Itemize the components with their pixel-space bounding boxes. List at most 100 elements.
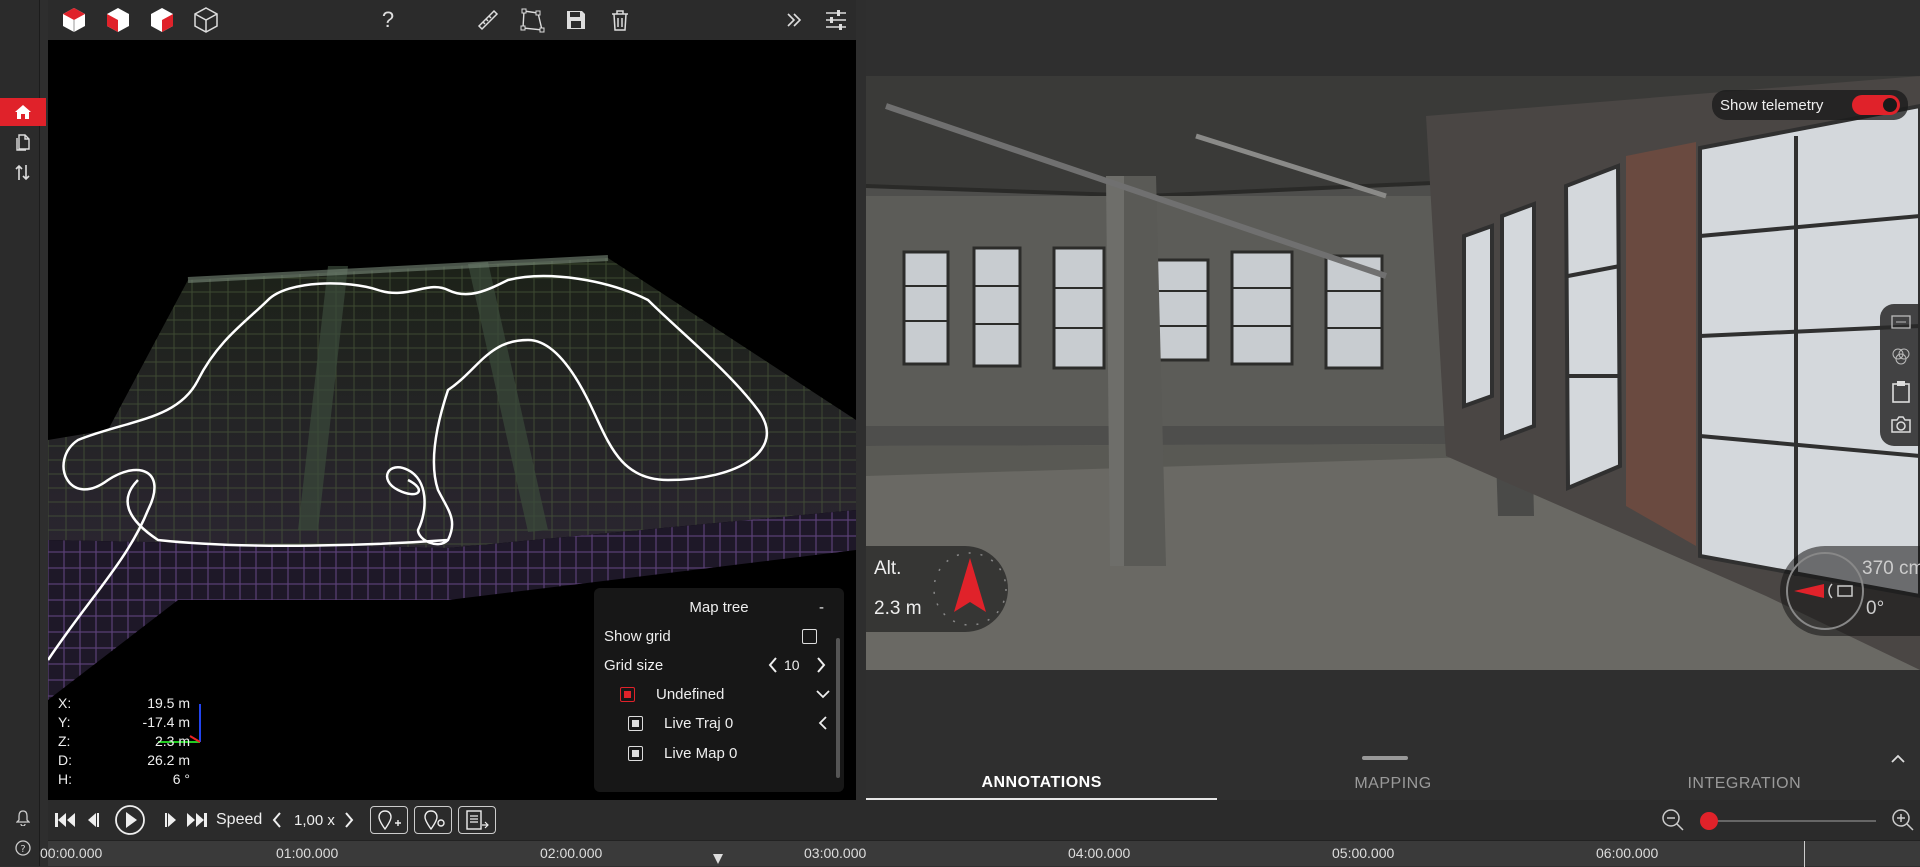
tree-item-live-traj[interactable]: Live Traj 0 (594, 710, 844, 736)
camera-switch-icon[interactable] (1890, 312, 1912, 332)
chevron-left-icon (272, 812, 281, 828)
skip-start-icon (55, 813, 75, 827)
camera-snapshot-icon[interactable] (1890, 414, 1912, 434)
timeline-label: 01:00.000 (276, 845, 339, 861)
marker-list-button[interactable] (414, 806, 452, 834)
delete-button[interactable] (604, 4, 636, 36)
speed-label: Speed (216, 811, 263, 828)
tab-annotations[interactable]: ANNOTATIONS (866, 768, 1218, 800)
tree-group-undefined[interactable]: Undefined (594, 681, 844, 707)
play-icon (115, 805, 145, 835)
zoom-in-icon (1892, 809, 1914, 831)
point-cloud-viewer[interactable]: X: 19.5 m Y: -17.4 m Z: 2.3 m D: 26.2 m H: 6 … (48, 40, 856, 800)
double-chevron-right-icon (787, 13, 802, 27)
export-report-button[interactable] (458, 806, 496, 834)
polygon-button[interactable] (516, 4, 548, 36)
svg-text:?: ? (20, 844, 25, 855)
angle-value: 0° (1866, 598, 1885, 619)
ruler-icon (477, 9, 499, 31)
grid-size-increase-icon[interactable] (816, 657, 826, 673)
left-sidebar: ? (0, 0, 46, 866)
panel-resize-strip[interactable] (866, 748, 1920, 768)
zoom-slider-track[interactable] (1702, 820, 1876, 822)
view-iso-button[interactable] (190, 4, 222, 36)
coord-value: 2.3 m (154, 733, 190, 749)
measure-button[interactable] (472, 4, 504, 36)
sliders-icon (826, 10, 846, 30)
speed-increase-button[interactable] (342, 806, 356, 834)
view-side-button[interactable] (102, 4, 134, 36)
timeline-label: 04:00.000 (1068, 845, 1131, 861)
settings-button[interactable] (820, 4, 852, 36)
notifications-button[interactable] (0, 804, 46, 832)
tree-item-live-map[interactable]: Live Map 0 (594, 740, 844, 766)
map-tree-collapse-button[interactable]: - (819, 599, 824, 616)
step-back-button[interactable] (82, 806, 104, 834)
zoom-out-button[interactable] (1660, 806, 1686, 834)
tree-item-label: Live Traj 0 (664, 714, 734, 732)
coord-x: X: 19.5 m (58, 694, 190, 713)
zoom-slider-thumb[interactable] (1700, 812, 1718, 830)
chevron-left-icon[interactable] (818, 716, 828, 730)
grid-size-label: Grid size (604, 656, 664, 674)
altitude-label: Alt. (874, 558, 902, 579)
expand-panel-button[interactable] (778, 4, 810, 36)
rgb-mode-icon[interactable] (1890, 346, 1912, 368)
grid-size-decrease-icon[interactable] (768, 657, 778, 673)
help-question-button[interactable]: ? (372, 4, 404, 36)
view-top-button[interactable] (58, 4, 90, 36)
skip-end-icon (187, 813, 207, 827)
speed-value: 1,00 x (294, 811, 335, 829)
map-tree-scrollbar[interactable] (836, 638, 840, 778)
chevron-down-icon[interactable] (816, 689, 830, 699)
add-marker-button[interactable] (370, 806, 408, 834)
home-button[interactable] (0, 98, 46, 126)
home-icon (15, 105, 31, 119)
add-pin-icon (378, 810, 401, 831)
resize-handle[interactable] (1362, 756, 1408, 760)
distance-value: 370 cm (1862, 558, 1920, 579)
item-visibility-checkbox[interactable] (628, 745, 643, 761)
tab-integration[interactable]: INTEGRATION (1569, 768, 1920, 800)
timeline-label: 00:00.000 (40, 845, 103, 861)
documents-button[interactable] (0, 128, 46, 156)
tab-mapping[interactable]: MAPPING (1217, 768, 1568, 800)
coord-d: D: 26.2 m (58, 751, 190, 770)
save-button[interactable] (560, 4, 592, 36)
zoom-in-button[interactable] (1890, 806, 1916, 834)
pin-chain-icon (424, 810, 445, 831)
coord-z: Z: 2.3 m (58, 732, 190, 751)
playhead-marker-icon[interactable] (712, 853, 724, 865)
floppy-disk-icon (567, 11, 585, 29)
coord-label: D: (58, 752, 72, 768)
video-frame[interactable] (866, 76, 1920, 670)
timeline-label: 06:00.000 (1596, 845, 1659, 861)
play-button[interactable] (110, 805, 150, 835)
timeline-label: 03:00.000 (804, 845, 867, 861)
item-visibility-checkbox[interactable] (628, 715, 643, 731)
clipboard-icon[interactable] (1890, 380, 1912, 404)
tree-group-label: Undefined (656, 685, 725, 703)
show-grid-checkbox[interactable] (802, 628, 817, 644)
coord-label: X: (58, 695, 72, 711)
step-forward-button[interactable] (160, 806, 182, 834)
view-front-button[interactable] (146, 4, 178, 36)
speed-decrease-button[interactable] (270, 806, 284, 834)
step-back-icon (88, 813, 99, 827)
group-visibility-checkbox[interactable] (620, 686, 635, 702)
sort-button[interactable] (0, 158, 46, 186)
skip-to-end-button[interactable] (184, 806, 210, 834)
altitude-gauge: Alt. 2.3 m (866, 546, 1008, 632)
cube-outline-icon (194, 7, 218, 33)
skip-to-start-button[interactable] (52, 806, 78, 834)
coord-label: Y: (58, 714, 71, 730)
timeline-ruler[interactable]: 00:00.000 01:00.000 02:00.000 03:00.000 … (40, 840, 1920, 867)
chevron-up-icon[interactable] (1890, 752, 1906, 764)
coord-h: H: 6 ° (58, 770, 190, 789)
coord-y: Y: -17.4 m (58, 713, 190, 732)
cube-side-icon (107, 8, 129, 32)
zoom-out-icon (1662, 809, 1684, 831)
map-tree-header: Map tree - (594, 594, 844, 620)
playback-bar: Speed 1,00 x (48, 800, 1920, 840)
telemetry-toggle[interactable] (1852, 95, 1900, 115)
